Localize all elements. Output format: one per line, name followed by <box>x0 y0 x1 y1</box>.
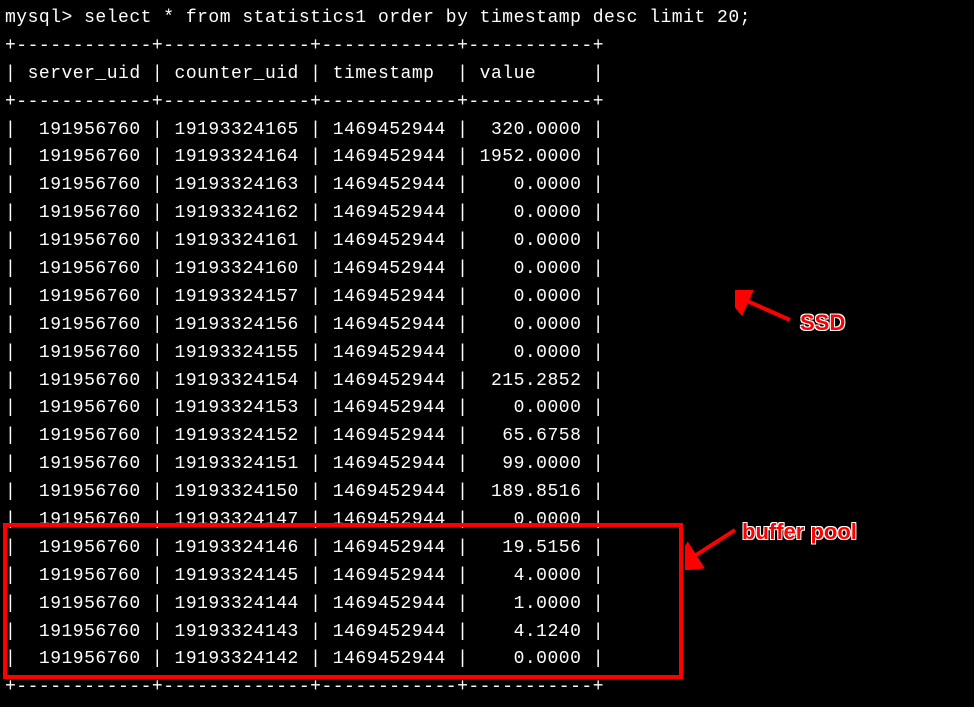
table-row: | 191956760 | 19193324164 | 1469452944 |… <box>5 144 974 172</box>
annotation-ssd-label: SSD <box>800 306 845 340</box>
sql-query: mysql> select * from statistics1 order b… <box>5 5 974 33</box>
table-row: | 191956760 | 19193324145 | 1469452944 |… <box>5 563 974 591</box>
table-row: | 191956760 | 19193324154 | 1469452944 |… <box>5 368 974 396</box>
table-row: | 191956760 | 19193324162 | 1469452944 |… <box>5 200 974 228</box>
table-row: | 191956760 | 19193324151 | 1469452944 |… <box>5 451 974 479</box>
table-row: | 191956760 | 19193324165 | 1469452944 |… <box>5 117 974 145</box>
table-row: | 191956760 | 19193324153 | 1469452944 |… <box>5 395 974 423</box>
table-row: | 191956760 | 19193324160 | 1469452944 |… <box>5 256 974 284</box>
table-row: | 191956760 | 19193324161 | 1469452944 |… <box>5 228 974 256</box>
table-row: | 191956760 | 19193324150 | 1469452944 |… <box>5 479 974 507</box>
table-body: | 191956760 | 19193324165 | 1469452944 |… <box>5 117 974 675</box>
table-row: | 191956760 | 19193324142 | 1469452944 |… <box>5 646 974 674</box>
terminal-output: mysql> select * from statistics1 order b… <box>5 5 974 702</box>
annotation-bufferpool-label: buffer pool <box>742 515 857 549</box>
table-top-border: +------------+-------------+------------… <box>5 33 974 61</box>
table-row: | 191956760 | 19193324163 | 1469452944 |… <box>5 172 974 200</box>
table-mid-border: +------------+-------------+------------… <box>5 89 974 117</box>
table-bottom-border: +------------+-------------+------------… <box>5 674 974 702</box>
table-row: | 191956760 | 19193324155 | 1469452944 |… <box>5 340 974 368</box>
table-header: | server_uid | counter_uid | timestamp |… <box>5 61 974 89</box>
table-row: | 191956760 | 19193324143 | 1469452944 |… <box>5 619 974 647</box>
table-row: | 191956760 | 19193324152 | 1469452944 |… <box>5 423 974 451</box>
table-row: | 191956760 | 19193324144 | 1469452944 |… <box>5 591 974 619</box>
